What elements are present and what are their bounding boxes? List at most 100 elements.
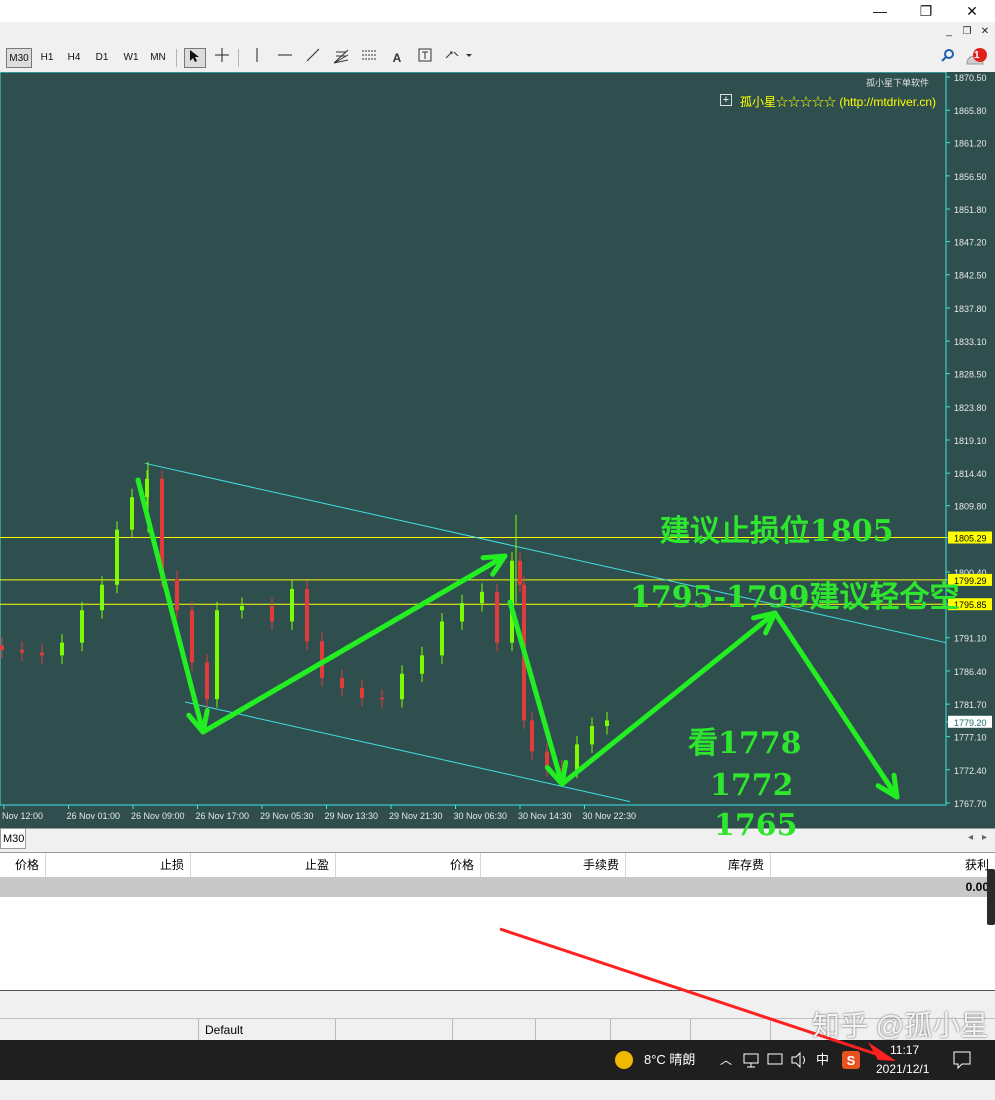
weather-text[interactable]: 8°C 晴朗: [644, 1040, 695, 1080]
arrow-up-1: [200, 553, 508, 735]
status-divider: [535, 1019, 536, 1041]
mdi-minimize-button[interactable]: _: [941, 25, 957, 39]
tray-volume-icon[interactable]: [790, 1040, 808, 1080]
arrow-down-2: [507, 599, 565, 787]
candle-body: [590, 726, 594, 745]
terminal-scrollbar[interactable]: [987, 869, 995, 925]
col-profit[interactable]: 获利: [771, 853, 995, 877]
price-tick-label: 1833.10: [954, 337, 987, 347]
fibonacci-fan-tool-icon[interactable]: [330, 48, 352, 68]
notification-bell-icon[interactable]: 1: [962, 48, 990, 68]
price-tick-label: 1861.20: [954, 139, 987, 149]
candle-body: [130, 497, 134, 530]
terminal-header: 价格 止损 止盈 价格 手续费 库存费 获利: [0, 853, 995, 878]
tray-chevron-up-icon[interactable]: ︿: [720, 1040, 732, 1080]
time-tick-label: 29 Nov 05:30: [260, 811, 314, 821]
col-price-current[interactable]: 价格: [336, 853, 481, 877]
candle-body: [60, 642, 64, 656]
annotation-target-2: 1772: [710, 768, 794, 803]
status-divider: [690, 1019, 691, 1041]
candle-body: [400, 673, 404, 700]
time-tick-label: 26 Nov 17:00: [196, 811, 250, 821]
tray-network-icon[interactable]: [742, 1040, 760, 1080]
col-price[interactable]: 价格: [0, 853, 46, 877]
taskbar-date[interactable]: 2021/12/1: [876, 1060, 929, 1100]
tab-scroll-left-icon[interactable]: ◂: [968, 832, 973, 843]
mdi-close-button[interactable]: ✕: [977, 25, 993, 39]
vertical-line-tool-icon[interactable]: [246, 48, 268, 68]
horizontal-line-tool-icon[interactable]: [274, 48, 296, 68]
col-swap[interactable]: 库存费: [626, 853, 771, 877]
price-tick-label: 1856.50: [954, 172, 987, 182]
arrow-down-1: [135, 477, 206, 735]
plot-frame: [0, 72, 947, 806]
candle-body: [290, 589, 294, 622]
candle-body: [605, 720, 609, 727]
mdi-restore-button[interactable]: ❐: [959, 25, 975, 39]
candle-body: [518, 560, 522, 585]
text-label-tool-icon[interactable]: [414, 48, 436, 68]
time-tick-label: Nov 12:00: [2, 811, 43, 821]
crosshair-tool-icon[interactable]: [211, 48, 233, 68]
tray-display-icon[interactable]: [766, 1040, 784, 1080]
status-profile: Default: [205, 1023, 244, 1037]
candle-body: [240, 605, 244, 611]
candle-body: [480, 591, 484, 604]
status-divider: [610, 1019, 611, 1041]
chart-watermark-main: 孤小星☆☆☆☆☆ (http://mtdriver.cn): [740, 95, 937, 109]
timeframe-m30[interactable]: M30: [6, 48, 32, 68]
cursor-tool-icon[interactable]: [184, 48, 206, 68]
status-divider: [452, 1019, 453, 1041]
tab-scroll-right-icon[interactable]: ▸: [982, 832, 987, 843]
time-tick-label: 29 Nov 21:30: [389, 811, 443, 821]
time-tick-label: 26 Nov 09:00: [131, 811, 185, 821]
candle-body: [175, 579, 179, 611]
trendline-tool-icon[interactable]: [302, 48, 324, 68]
expand-icon[interactable]: +: [720, 94, 732, 106]
timeframe-mn[interactable]: MN: [145, 48, 171, 68]
timeframe-d1[interactable]: D1: [89, 48, 115, 68]
time-tick-label: 30 Nov 22:30: [583, 811, 637, 821]
search-icon[interactable]: [937, 48, 959, 68]
candle-body: [0, 645, 4, 650]
candle-body: [100, 584, 104, 611]
chart-canvas: 1870.50 1865.80 1861.20 1856.50 1851.80 1847.…: [0, 72, 992, 821]
col-commission[interactable]: 手续费: [481, 853, 626, 877]
candle-body: [530, 720, 534, 752]
window-restore-button[interactable]: ❐: [903, 0, 949, 22]
price-tick-label: 1786.40: [954, 667, 987, 677]
price-tick-label: 1823.80: [954, 403, 987, 413]
candle-body: [340, 677, 344, 688]
tray-sogou-icon[interactable]: S: [841, 1040, 861, 1080]
arrows-tool-dropdown-icon[interactable]: [442, 48, 476, 68]
candle-body: [270, 605, 274, 622]
price-tick-label: 1819.10: [954, 436, 987, 446]
window-minimize-button[interactable]: —: [857, 0, 903, 22]
price-tick-label: 1847.20: [954, 238, 987, 248]
fibonacci-retracement-tool-icon[interactable]: [358, 48, 380, 68]
timeframe-w1[interactable]: W1: [118, 48, 144, 68]
window-close-button[interactable]: ✕: [949, 0, 995, 22]
svg-text:S: S: [847, 1053, 856, 1068]
chart-watermark-small: 孤小星下单软件: [866, 78, 930, 88]
chart-tab-m30[interactable]: M30: [0, 829, 26, 849]
candle-body: [495, 591, 499, 643]
status-divider: [335, 1019, 336, 1041]
price-tick-label: 1805.29: [954, 534, 987, 544]
col-take-profit[interactable]: 止盈: [191, 853, 336, 877]
tray-ime-indicator[interactable]: 中: [816, 1040, 829, 1080]
candle-body: [575, 744, 579, 770]
price-tick-label: 1837.80: [954, 304, 987, 314]
action-center-icon[interactable]: [952, 1040, 972, 1080]
candle-body: [40, 652, 44, 656]
timeframe-h1[interactable]: H1: [34, 48, 60, 68]
price-chart[interactable]: 1870.50 1865.80 1861.20 1856.50 1851.80 1847.…: [0, 72, 995, 828]
timeframe-h4[interactable]: H4: [61, 48, 87, 68]
terminal-panel: 价格 止损 止盈 价格 手续费 库存费 获利 0.00: [0, 852, 995, 991]
text-tool-icon[interactable]: A: [386, 48, 408, 68]
window-titlebar: — ❐ ✕: [0, 0, 995, 22]
annotation-stop-loss: 建议止损位1805: [660, 514, 894, 549]
col-stop-loss[interactable]: 止损: [46, 853, 191, 877]
weather-sun-icon[interactable]: [614, 1040, 634, 1080]
price-tick-label: 1828.50: [954, 370, 987, 380]
